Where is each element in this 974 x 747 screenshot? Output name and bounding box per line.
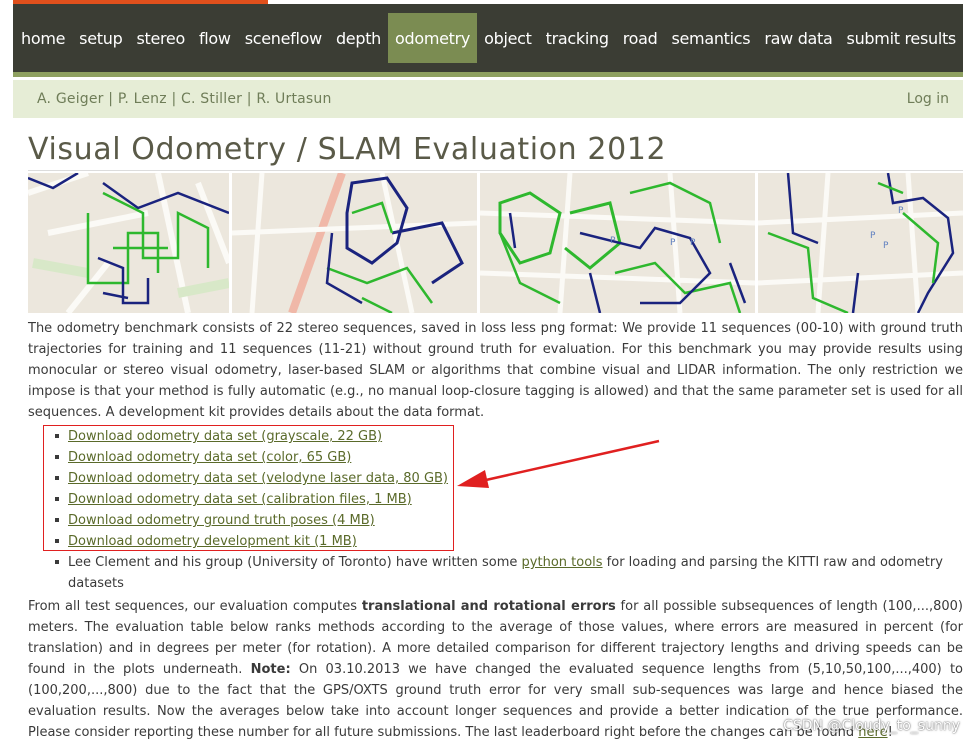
nav-depth[interactable]: depth: [329, 13, 388, 63]
download-calibration-link[interactable]: Download odometry data set (calibration …: [68, 492, 412, 507]
title-divider: [28, 170, 963, 171]
svg-text:P: P: [690, 238, 696, 248]
nav-submit-results[interactable]: submit results: [840, 13, 963, 63]
svg-text:P: P: [883, 241, 889, 251]
trajectory-map-3: P P P: [480, 173, 755, 313]
watermark: CSDN @Cloudy_to_sunny: [783, 718, 960, 734]
trajectory-map-2: [232, 173, 477, 313]
trajectory-map-1: [28, 173, 229, 313]
main-nav: home setup stereo flow sceneflow depth o…: [13, 4, 963, 72]
nav-object[interactable]: object: [477, 13, 539, 63]
python-tools-link[interactable]: python tools: [522, 555, 603, 570]
svg-text:P: P: [670, 238, 676, 248]
nav-setup[interactable]: setup: [72, 13, 129, 63]
list-item: Download odometry development kit (1 MB): [55, 531, 963, 552]
nav-sceneflow[interactable]: sceneflow: [238, 13, 329, 63]
nav-stereo[interactable]: stereo: [129, 13, 192, 63]
nav-flow[interactable]: flow: [192, 13, 238, 63]
tools-text-before: Lee Clement and his group (University of…: [68, 555, 522, 570]
svg-text:P: P: [610, 236, 616, 246]
authors-line: A. Geiger | P. Lenz | C. Stiller | R. Ur…: [37, 91, 332, 107]
svg-text:P: P: [898, 206, 904, 216]
nav-home[interactable]: home: [13, 13, 72, 63]
list-item: Download odometry ground truth poses (4 …: [55, 510, 963, 531]
trajectory-map-4: P P P: [758, 173, 963, 313]
nav-tracking[interactable]: tracking: [539, 13, 616, 63]
intro-paragraph: The odometry benchmark consists of 22 st…: [28, 321, 963, 420]
sub-header: A. Geiger | P. Lenz | C. Stiller | R. Ur…: [13, 80, 963, 118]
list-item: Download odometry data set (calibration …: [55, 489, 963, 510]
page-title: Visual Odometry / SLAM Evaluation 2012: [28, 132, 667, 167]
eval-note-label: Note:: [250, 662, 291, 677]
nav-odometry[interactable]: odometry: [388, 13, 478, 63]
list-item: Lee Clement and his group (University of…: [55, 552, 963, 594]
eval-bold-errors: translational and rotational errors: [361, 599, 616, 614]
download-poses-link[interactable]: Download odometry ground truth poses (4 …: [68, 513, 375, 528]
annotation-arrow-icon: [457, 439, 660, 488]
download-devkit-link[interactable]: Download odometry development kit (1 MB): [68, 534, 357, 549]
download-grayscale-link[interactable]: Download odometry data set (grayscale, 2…: [68, 429, 382, 444]
download-velodyne-link[interactable]: Download odometry data set (velodyne las…: [68, 471, 448, 486]
download-color-link[interactable]: Download odometry data set (color, 65 GB…: [68, 450, 351, 465]
nav-stripe: [13, 72, 963, 77]
nav-road[interactable]: road: [616, 13, 665, 63]
trajectory-map-strip: P P P P P P: [28, 173, 963, 313]
eval-text-1: From all test sequences, our evaluation …: [28, 599, 362, 614]
nav-raw-data[interactable]: raw data: [757, 13, 839, 63]
login-link[interactable]: Log in: [907, 91, 949, 107]
svg-text:P: P: [870, 231, 876, 241]
nav-semantics[interactable]: semantics: [664, 13, 757, 63]
